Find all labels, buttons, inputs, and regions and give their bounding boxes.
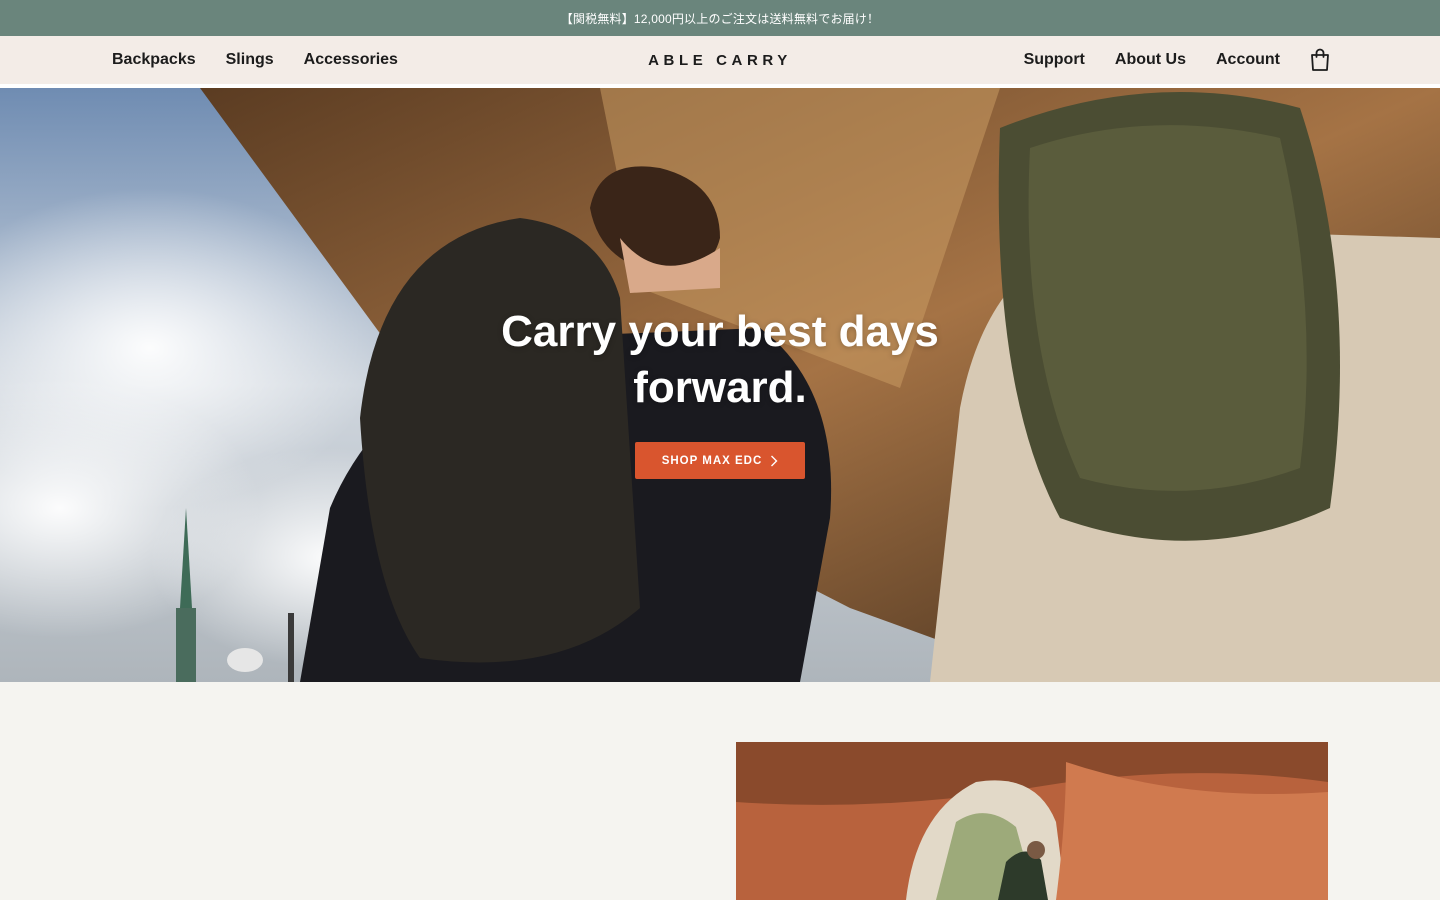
site-logo[interactable]: ABLE CARRY — [648, 52, 792, 69]
primary-nav: Backpacks Slings Accessories — [112, 36, 398, 84]
site-header: Backpacks Slings Accessories ABLE CARRY … — [0, 36, 1440, 88]
nav-link-support[interactable]: Support — [1024, 51, 1085, 69]
hero-cta-label: SHOP MAX EDC — [661, 454, 763, 467]
nav-link-slings[interactable]: Slings — [226, 51, 274, 69]
cart-button[interactable] — [1309, 48, 1331, 72]
chevron-right-icon — [771, 455, 778, 466]
announcement-text: 【関税無料】12,000円以上のご注文は送料無料でお届け！ — [560, 11, 880, 26]
nav-link-accessories[interactable]: Accessories — [304, 51, 398, 69]
shopping-bag-icon — [1311, 48, 1329, 71]
nav-link-backpacks[interactable]: Backpacks — [112, 51, 196, 69]
canyon-photo — [736, 742, 1328, 900]
announcement-bar: 【関税無料】12,000円以上のご注文は送料無料でお届け！ — [0, 0, 1440, 36]
hero-banner: Carry your best days forward. SHOP MAX E… — [0, 88, 1440, 682]
secondary-nav: Support About Us Account — [1024, 36, 1280, 84]
nav-link-about-us[interactable]: About Us — [1115, 51, 1186, 69]
hero-content: Carry your best days forward. SHOP MAX E… — [0, 304, 1440, 479]
hero-title: Carry your best days forward. — [501, 307, 939, 412]
canyon-hiker-image — [736, 742, 1328, 900]
nav-link-account[interactable]: Account — [1216, 51, 1280, 69]
shop-max-edc-button[interactable]: SHOP MAX EDC — [635, 442, 805, 479]
